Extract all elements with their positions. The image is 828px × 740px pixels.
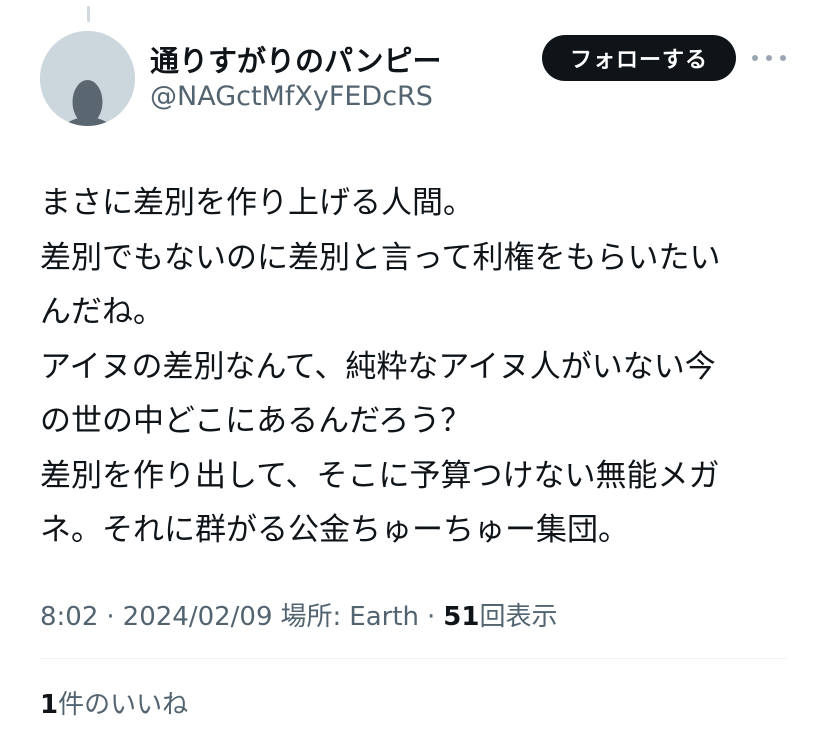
likes-link[interactable]: 1件のいいね	[40, 684, 188, 721]
more-icon-dot	[780, 55, 786, 61]
more-icon-dot	[752, 55, 758, 61]
meta-separator: ·	[106, 602, 115, 632]
author-handle[interactable]: @NAGctMfXyFEDcRS	[150, 81, 433, 112]
tweet-text-line: 差別を作り出して、そこに予算つけない無能メガ	[40, 457, 720, 494]
tweet-location[interactable]: Earth	[349, 602, 419, 632]
tweet-text-line: 差別でもないのに差別と言って利権をもらいたい	[40, 239, 721, 276]
more-icon-dot	[766, 55, 772, 61]
tweet-time[interactable]: 8:02	[40, 602, 98, 632]
avatar[interactable]	[40, 31, 135, 126]
author-display-name[interactable]: 通りすがりのパンピー	[150, 38, 441, 80]
divider	[40, 658, 787, 659]
tweet-date[interactable]: 2024/02/09	[123, 602, 273, 632]
thread-connector-line	[87, 6, 90, 22]
meta-separator: ·	[427, 602, 436, 632]
likes-count: 1	[40, 690, 59, 720]
tweet-text-line: ネ。それに群がる公金ちゅーちゅー集団。	[40, 512, 629, 548]
tweet-text-line: んだね。	[40, 294, 164, 330]
tweet-text-line: の世の中どこにあるんだろう？	[40, 403, 472, 439]
location-label: 場所:	[280, 602, 342, 632]
tweet-text-line: アイヌの差別なんて、純粋なアイヌ人がいない今	[40, 348, 716, 385]
default-profile-icon	[40, 31, 135, 126]
tweet-text: まさに差別を作り上げる人間。 差別でもないのに差別と言って利権をもらいたい んだ…	[40, 176, 790, 558]
likes-label: 件のいいね	[58, 690, 189, 720]
tweet-text-line: まさに差別を作り上げる人間。	[40, 185, 474, 221]
views-count: 51	[443, 602, 480, 632]
tweet-meta: 8:02 · 2024/02/09 場所: Earth · 51 回表示	[40, 596, 557, 633]
more-horizontal-icon[interactable]	[752, 45, 786, 71]
follow-button[interactable]: フォローする	[542, 35, 736, 81]
views-label: 回表示	[479, 602, 558, 632]
